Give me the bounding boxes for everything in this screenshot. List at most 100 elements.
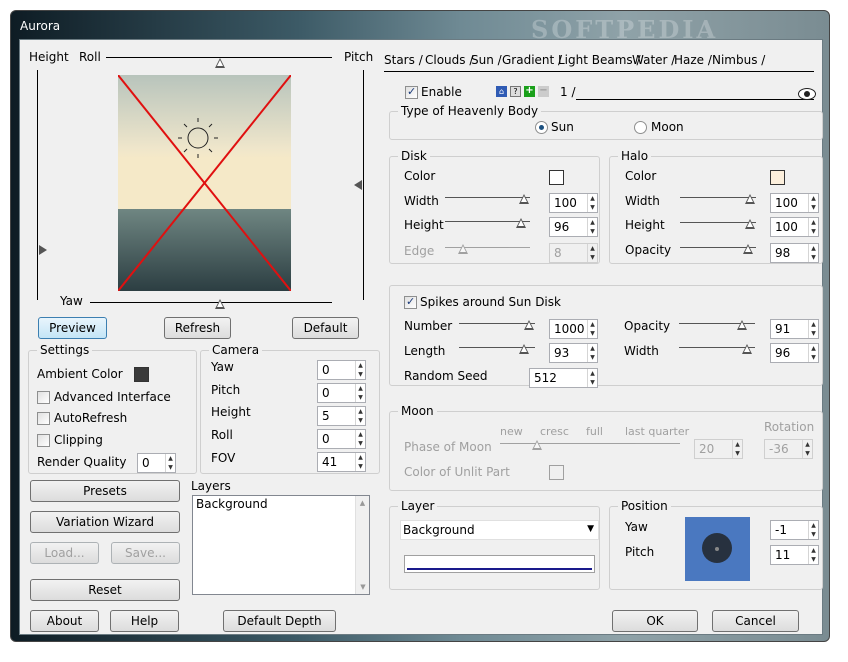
camera-pitch-input[interactable]: 0 ▲ ▼ (317, 383, 366, 403)
disk-height-slider[interactable] (445, 217, 530, 231)
eye-icon[interactable] (798, 88, 816, 100)
disk-edge-slider[interactable] (445, 243, 530, 257)
title-bar[interactable]: Aurora SOFTPEDIA (11, 11, 829, 44)
pitch-track (363, 70, 364, 300)
halo-color-swatch[interactable] (770, 170, 785, 185)
position-yaw-label: Yaw (625, 520, 648, 534)
tab-water[interactable]: Water / (632, 52, 675, 70)
clipping-checkbox[interactable] (37, 434, 50, 447)
phase-input[interactable]: 20 ▲ ▼ (694, 439, 743, 459)
refresh-button[interactable]: Refresh (164, 317, 231, 339)
tab-strip: Stars / Clouds / Sun / Gradient / Light … (380, 52, 814, 72)
variation-wizard-button[interactable]: Variation Wizard (30, 511, 180, 533)
disk-width-slider[interactable] (445, 193, 530, 207)
roll-axis-label: Roll (79, 50, 101, 64)
pitch-handle[interactable] (354, 180, 362, 190)
layers-scrollbar[interactable]: ▲ ▼ (355, 496, 369, 594)
halo-width-label: Width (625, 194, 660, 208)
roll-handle[interactable] (215, 57, 227, 71)
spikes-opacity-slider[interactable] (679, 319, 755, 333)
advanced-interface-checkbox[interactable] (37, 391, 50, 404)
chevron-down-icon[interactable]: ▼ (587, 524, 594, 534)
help-icon[interactable]: ? (510, 86, 521, 97)
halo-opacity-slider[interactable] (680, 243, 756, 257)
remove-icon[interactable]: − (538, 86, 549, 97)
tab-gradient[interactable]: Gradient / (502, 52, 562, 70)
body-type-title: Type of Heavenly Body (398, 104, 542, 118)
layer-dropdown[interactable]: Background ▼ (400, 520, 599, 540)
save-button[interactable]: Save... (111, 542, 180, 564)
tab-stars[interactable]: Stars / (384, 52, 423, 70)
position-yaw-input[interactable]: -1 ▲ ▼ (770, 520, 819, 540)
home-icon[interactable]: ⌂ (496, 86, 507, 97)
position-pitch-input[interactable]: 11 ▲ ▼ (770, 545, 819, 565)
halo-width-slider[interactable] (680, 193, 756, 207)
render-quality-input[interactable]: 0 ▲ ▼ (137, 453, 176, 473)
halo-height-slider[interactable] (680, 218, 756, 232)
halo-opacity-input[interactable]: 98 ▲ ▼ (770, 243, 819, 263)
spikes-length-input[interactable]: 93 ▲ ▼ (549, 343, 598, 363)
tab-haze[interactable]: Haze / (674, 52, 712, 70)
ok-button[interactable]: OK (612, 610, 698, 632)
tab-sun[interactable]: Sun / (471, 52, 502, 70)
tab-clouds[interactable]: Clouds / (425, 52, 473, 70)
tab-light-beams[interactable]: Light Beams / (558, 52, 641, 70)
reset-button[interactable]: Reset (30, 579, 180, 601)
presets-button[interactable]: Presets (30, 480, 180, 502)
spikes-group: Spikes around Sun Disk Number 1000▲▼ Len… (389, 285, 823, 388)
spikes-number-input[interactable]: 1000 ▲ ▼ (549, 319, 598, 339)
default-button[interactable]: Default (292, 317, 359, 339)
halo-height-label: Height (625, 218, 665, 232)
add-icon[interactable]: + (524, 86, 535, 97)
camera-roll-input[interactable]: 0 ▲ ▼ (317, 429, 366, 449)
disk-edge-input[interactable]: 8 ▲ ▼ (549, 243, 598, 263)
spikes-width-input[interactable]: 96 ▲ ▼ (770, 343, 819, 363)
disk-height-label: Height (404, 218, 444, 232)
list-item[interactable]: Background (196, 497, 268, 511)
layers-title: Layers (191, 479, 231, 493)
moon-radio-label: Moon (651, 120, 684, 134)
yaw-handle[interactable] (215, 298, 227, 312)
camera-yaw-input[interactable]: 0 ▲ ▼ (317, 360, 366, 380)
random-seed-input[interactable]: 512 ▲ ▼ (529, 368, 598, 388)
camera-group: Camera Yaw 0 ▲ ▼ Pitch 0 ▲ ▼ Height 5 ▲ ▼ Roll… (200, 343, 380, 474)
height-handle[interactable] (39, 245, 47, 255)
autorefresh-checkbox[interactable] (37, 412, 50, 425)
camera-height-input[interactable]: 5 ▲ ▼ (317, 406, 366, 426)
spikes-number-slider[interactable] (459, 319, 535, 333)
unlit-color-swatch[interactable] (549, 465, 564, 480)
preview-button[interactable]: Preview (38, 317, 107, 339)
tab-nimbus[interactable]: Nimbus / (712, 52, 765, 70)
ambient-color-label: Ambient Color (37, 367, 123, 381)
moon-radio[interactable] (634, 121, 647, 134)
rotation-input[interactable]: -36 ▲ ▼ (764, 439, 813, 459)
disk-color-swatch[interactable] (549, 170, 564, 185)
spikes-width-slider[interactable] (679, 343, 755, 357)
about-button[interactable]: About (30, 610, 99, 632)
sun-radio[interactable] (535, 121, 548, 134)
spikes-width-label: Width (624, 344, 659, 358)
cancel-button[interactable]: Cancel (712, 610, 799, 632)
settings-title: Settings (37, 343, 93, 357)
sky-preview[interactable] (118, 75, 291, 291)
layers-list[interactable]: Background ▲ ▼ (192, 495, 370, 595)
help-button[interactable]: Help (110, 610, 179, 632)
disk-width-input[interactable]: 100 ▲ ▼ (549, 193, 598, 213)
camera-fov-input[interactable]: 41 ▲ ▼ (317, 452, 366, 472)
halo-height-input[interactable]: 100 ▲ ▼ (770, 217, 819, 237)
camera-height-label: Height (211, 405, 251, 419)
halo-width-input[interactable]: 100 ▲ ▼ (770, 193, 819, 213)
phase-slider[interactable] (500, 439, 680, 453)
window-title: Aurora (20, 19, 61, 33)
spikes-opacity-input[interactable]: 91 ▲ ▼ (770, 319, 819, 339)
spikes-length-slider[interactable] (459, 343, 535, 357)
render-quality-label: Render Quality (37, 455, 127, 469)
default-depth-button[interactable]: Default Depth (223, 610, 336, 632)
ambient-color-swatch[interactable] (134, 367, 149, 382)
spikes-checkbox[interactable] (404, 295, 417, 309)
load-button[interactable]: Load... (30, 542, 99, 564)
position-map[interactable] (685, 517, 750, 581)
page-tab[interactable]: 1 / (560, 85, 576, 99)
disk-height-input[interactable]: 96 ▲ ▼ (549, 217, 598, 237)
enable-checkbox[interactable] (405, 85, 418, 99)
